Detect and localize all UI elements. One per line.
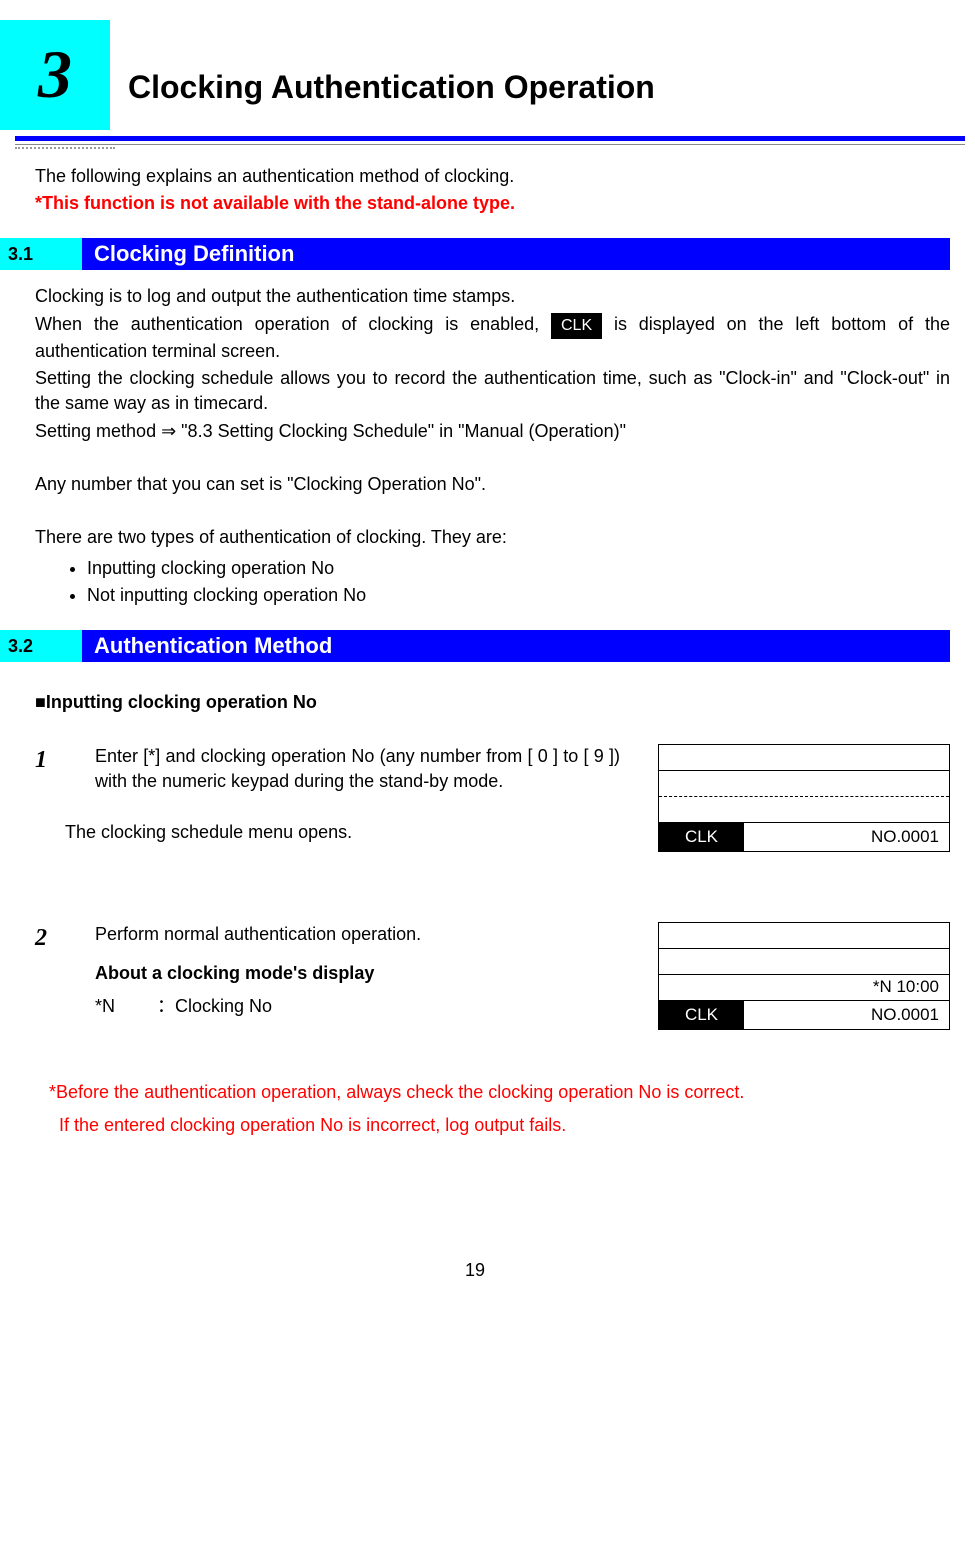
display2-no-value: NO.0001 bbox=[744, 1001, 949, 1029]
step-1-text: Enter [*] and clocking operation No (any… bbox=[95, 744, 620, 794]
display-bottom-row: CLK NO.0001 bbox=[659, 823, 949, 851]
step-1-display: CLK NO.0001 bbox=[658, 744, 950, 852]
body-content: The following explains an authentication… bbox=[0, 164, 950, 1138]
s1-para-2: When the authentication operation of clo… bbox=[35, 312, 950, 365]
display2-bottom-row: CLK NO.0001 bbox=[659, 1001, 949, 1029]
display-row-1 bbox=[659, 745, 949, 771]
warning-line-2: If the entered clocking operation No is … bbox=[59, 1113, 950, 1138]
section-3-2-title: Authentication Method bbox=[82, 630, 950, 662]
section-3-2-header: 3.2 Authentication Method bbox=[0, 630, 950, 662]
about-n-label: *N bbox=[95, 994, 115, 1019]
s1-bullet-1: Inputting clocking operation No bbox=[87, 556, 950, 581]
chapter-title: Clocking Authentication Operation bbox=[128, 65, 950, 110]
step-2-text: Perform normal authentication operation. bbox=[95, 922, 620, 947]
about-mode-heading: About a clocking mode's display bbox=[95, 961, 620, 986]
s2-subheading: ■Inputting clocking operation No bbox=[35, 690, 950, 715]
step-2-display: *N 10:00 CLK NO.0001 bbox=[658, 922, 950, 1030]
section-3-2-number: 3.2 bbox=[0, 630, 82, 662]
display-clk-label: CLK bbox=[659, 823, 744, 851]
step-1-text-block: Enter [*] and clocking operation No (any… bbox=[95, 744, 628, 846]
chapter-header: 3 Clocking Authentication Operation bbox=[0, 20, 950, 130]
display2-clk-label: CLK bbox=[659, 1001, 744, 1029]
chapter-title-container: Clocking Authentication Operation bbox=[110, 20, 950, 110]
display-no-value: NO.0001 bbox=[744, 823, 949, 851]
s1-para-6: There are two types of authentication of… bbox=[35, 525, 950, 550]
chapter-dashed-rule bbox=[15, 147, 115, 149]
section-3-1-header: 3.1 Clocking Definition bbox=[0, 238, 950, 270]
step-1-text-2: The clocking schedule menu opens. bbox=[65, 820, 620, 845]
page-number: 19 bbox=[0, 1258, 950, 1283]
display-row-2 bbox=[659, 771, 949, 797]
section-3-1-number: 3.1 bbox=[0, 238, 82, 270]
step-2-number: 2 bbox=[35, 922, 65, 956]
display-row-3 bbox=[659, 797, 949, 823]
display2-row-3: *N 10:00 bbox=[659, 975, 949, 1001]
section-3-1-title: Clocking Definition bbox=[82, 238, 950, 270]
step-2-row: 2 Perform normal authentication operatio… bbox=[35, 922, 950, 1030]
about-mode-line: *N ：Clocking No bbox=[95, 994, 620, 1019]
chapter-divider bbox=[15, 136, 965, 145]
s1-bullet-2: Not inputting clocking operation No bbox=[87, 583, 950, 608]
intro-warning: *This function is not available with the… bbox=[35, 191, 950, 216]
chapter-number-box: 3 bbox=[0, 20, 110, 130]
clk-chip-inline: CLK bbox=[551, 313, 602, 339]
display2-row3-text: *N 10:00 bbox=[659, 975, 949, 999]
chapter-number: 3 bbox=[38, 27, 72, 122]
about-n-desc: ：Clocking No bbox=[157, 994, 272, 1019]
s1-para-5: Any number that you can set is "Clocking… bbox=[35, 472, 950, 497]
s1-para-4: Setting method ⇒ "8.3 Setting Clocking S… bbox=[35, 419, 950, 444]
intro-line-1: The following explains an authentication… bbox=[35, 164, 950, 189]
step-1-number: 1 bbox=[35, 744, 65, 778]
step-1-row: 1 Enter [*] and clocking operation No (a… bbox=[35, 744, 950, 852]
s1-p2a: When the authentication operation of clo… bbox=[35, 314, 551, 334]
s1-para-1: Clocking is to log and output the authen… bbox=[35, 284, 950, 309]
step-2-text-block: Perform normal authentication operation.… bbox=[95, 922, 628, 1020]
display2-row-1 bbox=[659, 923, 949, 949]
warning-line-1: *Before the authentication operation, al… bbox=[49, 1080, 950, 1105]
s1-bullet-list: Inputting clocking operation No Not inpu… bbox=[35, 556, 950, 608]
s1-para-3: Setting the clocking schedule allows you… bbox=[35, 366, 950, 416]
display2-row-2 bbox=[659, 949, 949, 975]
